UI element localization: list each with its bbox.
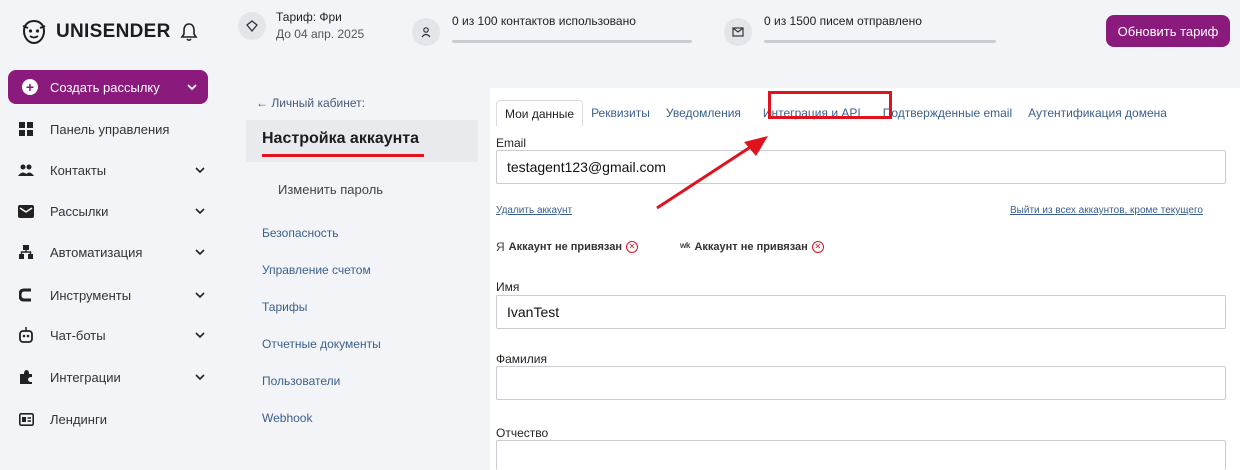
menu-item-webhook[interactable]: Webhook [262, 411, 312, 425]
middle-name-label: Отчество [496, 426, 549, 440]
tools-icon [16, 285, 36, 305]
close-icon: ✕ [811, 241, 824, 253]
chatbot-icon [16, 325, 36, 345]
sidebar-item-landings[interactable]: Лендинги [16, 404, 206, 434]
chevron-down-icon [195, 374, 205, 381]
sidebar-item-label: Контакты [50, 162, 107, 178]
sidebar-item-label: Рассылки [50, 203, 109, 219]
sidebar-item-integrations[interactable]: Интеграции [16, 362, 206, 392]
sidebar-item-label: Панель управления [50, 121, 170, 137]
vk-status: Аккаунт не привязан [694, 241, 808, 253]
chevron-down-icon [195, 292, 205, 299]
content-panel: Мои данные Реквизиты Уведомления Интегра… [490, 88, 1240, 470]
menu-item-tariffs[interactable]: Тарифы [262, 300, 307, 314]
tab-confirmed-emails[interactable]: Подтвержденные email [875, 100, 1020, 126]
annotation-highlight-box [768, 91, 892, 119]
create-mailing-button[interactable]: + Создать рассылку [8, 70, 208, 104]
yandex-status: Аккаунт не привязан [508, 241, 623, 253]
upgrade-plan-button[interactable]: Обновить тариф [1106, 15, 1230, 47]
sidebar-item-automation[interactable]: Автоматизация [16, 237, 206, 267]
vk-icon: ʷᵏ [680, 240, 691, 254]
emails-usage-text: 0 из 1500 писем отправлено [764, 14, 922, 28]
tab-domain-auth[interactable]: Аутентификация домена [1020, 100, 1175, 126]
yandex-icon: Я [496, 240, 505, 254]
brand-name: UNISENDER [56, 21, 171, 42]
sidebar-item-label: Автоматизация [50, 244, 143, 260]
envelope-icon [724, 18, 752, 46]
create-mailing-label: Создать рассылку [50, 79, 160, 95]
menu-item-reports[interactable]: Отчетные документы [262, 337, 381, 351]
first-name-label: Имя [496, 280, 520, 294]
logo-icon [22, 19, 46, 45]
email-label: Email [496, 136, 527, 150]
logo[interactable]: UNISENDER [20, 18, 171, 46]
back-to-cabinet-link[interactable]: ← Личный кабинет: [256, 96, 365, 110]
plan-info[interactable]: Тариф: Фри До 04 апр. 2025 [238, 10, 364, 41]
contacts-progress-bar [452, 40, 692, 43]
sidebar-item-contacts[interactable]: Контакты [16, 155, 206, 185]
sidebar-item-mailings[interactable]: Рассылки [16, 196, 206, 226]
diamond-icon [238, 11, 266, 40]
sidebar-item-label: Интеграции [50, 369, 121, 385]
contacts-icon [16, 160, 36, 180]
tab-requisites[interactable]: Реквизиты [583, 100, 658, 126]
mailings-icon [16, 201, 36, 221]
menu-item-users[interactable]: Пользователи [262, 374, 340, 388]
sidebar: + Создать рассылку Панель управления Кон… [0, 64, 216, 470]
close-icon: ✕ [626, 241, 639, 253]
last-name-label: Фамилия [496, 352, 547, 366]
sidebar-item-chatbots[interactable]: Чат-боты [16, 320, 206, 350]
settings-menu: ← Личный кабинет: Настройка аккаунта Изм… [216, 64, 490, 470]
emails-usage: 0 из 1500 писем отправлено [724, 14, 996, 46]
email-field[interactable]: testagent123@gmail.com [496, 150, 1226, 184]
dashboard-icon [16, 119, 36, 139]
puzzle-icon [16, 367, 36, 387]
chevron-down-icon [195, 249, 205, 256]
tab-notifications[interactable]: Уведомления [658, 100, 749, 126]
sidebar-item-dashboard[interactable]: Панель управления [16, 114, 206, 144]
sidebar-item-label: Лендинги [50, 411, 107, 427]
automation-icon [16, 242, 36, 262]
tab-my-data[interactable]: Мои данные [496, 100, 584, 126]
user-icon [412, 18, 440, 46]
contacts-usage-text: 0 из 100 контактов использовано [452, 14, 636, 28]
menu-item-billing[interactable]: Управление счетом [262, 263, 371, 277]
vk-binding[interactable]: ʷᵏ Аккаунт не привязан ✕ [680, 240, 824, 254]
chevron-down-icon [195, 332, 205, 339]
account-settings-title[interactable]: Настройка аккаунта [262, 130, 419, 148]
plan-until: До 04 апр. 2025 [276, 27, 365, 41]
annotation-underline [262, 154, 424, 157]
chevron-down-icon [195, 167, 205, 174]
menu-item-security[interactable]: Безопасность [262, 226, 339, 240]
landing-icon [16, 409, 36, 429]
top-bar: UNISENDER Тариф: Фри До 04 апр. 2025 0 и… [0, 0, 1240, 64]
logout-others-link[interactable]: Выйти из всех аккаунтов, кроме текущего [1010, 205, 1203, 216]
emails-progress-bar [764, 40, 996, 43]
middle-name-field[interactable] [496, 440, 1226, 470]
change-password-link[interactable]: Изменить пароль [278, 182, 383, 197]
sidebar-item-label: Инструменты [50, 287, 132, 303]
chevron-down-icon [195, 208, 205, 215]
first-name-field[interactable]: IvanTest [496, 295, 1226, 329]
plus-icon: + [22, 79, 38, 95]
sidebar-item-tools[interactable]: Инструменты [16, 280, 206, 310]
plan-label: Тариф: Фри [276, 10, 342, 24]
bell-icon[interactable] [180, 22, 198, 42]
contacts-usage: 0 из 100 контактов использовано [412, 14, 692, 46]
last-name-field[interactable] [496, 366, 1226, 400]
delete-account-link[interactable]: Удалить аккаунт [496, 205, 572, 216]
chevron-down-icon [187, 84, 197, 91]
sidebar-item-label: Чат-боты [50, 327, 106, 343]
yandex-binding[interactable]: Я Аккаунт не привязан ✕ [496, 240, 639, 254]
